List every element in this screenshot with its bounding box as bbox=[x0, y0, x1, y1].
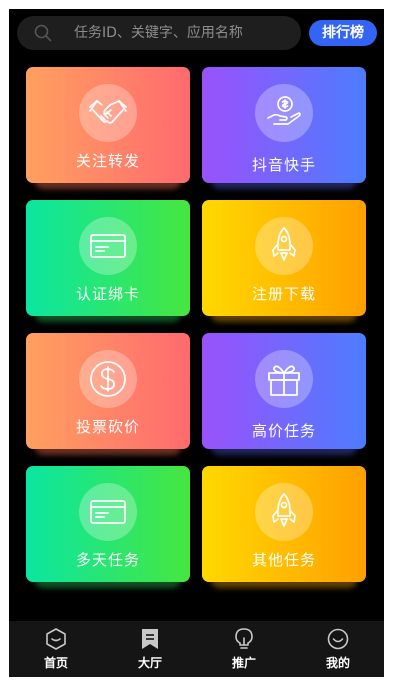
card-register-download[interactable]: 注册下载 bbox=[202, 200, 366, 322]
bottom-tab-bar: 首页 大厅 推广 我的 bbox=[9, 621, 384, 677]
card-label: 认证绑卡 bbox=[75, 285, 140, 303]
card-douyin-kuaishou[interactable]: 抖音快手 bbox=[202, 67, 366, 189]
gift-icon bbox=[255, 350, 313, 408]
search-icon bbox=[34, 24, 52, 42]
tab-label: 我的 bbox=[325, 656, 350, 670]
bookmark-icon bbox=[142, 629, 158, 649]
card-label: 其他任务 bbox=[251, 551, 316, 569]
card-label: 抖音快手 bbox=[251, 156, 316, 174]
search-bar: 任务ID、关键字、应用名称 排行榜 bbox=[17, 16, 377, 50]
app-screen: 任务ID、关键字、应用名称 排行榜 关注转发 抖音快手 认证绑卡 注册下载 投票… bbox=[9, 9, 384, 677]
card-verify-card[interactable]: 认证绑卡 bbox=[26, 200, 190, 322]
tab-home[interactable]: 首页 bbox=[9, 621, 103, 677]
hexagon-home-icon bbox=[46, 628, 66, 650]
card-follow-share[interactable]: 关注转发 bbox=[26, 67, 190, 189]
ranking-button[interactable]: 排行榜 bbox=[309, 20, 377, 46]
hand-coin-icon bbox=[255, 84, 313, 142]
card-icon bbox=[79, 483, 137, 541]
card-label: 多天任务 bbox=[75, 551, 140, 569]
card-multi-day[interactable]: 多天任务 bbox=[26, 466, 190, 588]
rocket-icon bbox=[255, 483, 313, 541]
card-label: 关注转发 bbox=[75, 152, 140, 170]
dollar-icon bbox=[79, 350, 137, 408]
rocket-icon bbox=[255, 217, 313, 275]
tab-label: 大厅 bbox=[137, 656, 162, 670]
tab-label: 推广 bbox=[231, 656, 256, 670]
tab-hall[interactable]: 大厅 bbox=[103, 621, 197, 677]
card-high-price[interactable]: 高价任务 bbox=[202, 333, 366, 455]
card-label: 投票砍价 bbox=[75, 418, 140, 436]
handshake-icon bbox=[79, 84, 137, 142]
tab-label: 首页 bbox=[43, 656, 68, 670]
tab-mine[interactable]: 我的 bbox=[291, 621, 384, 677]
card-label: 注册下载 bbox=[251, 285, 316, 303]
card-icon bbox=[79, 217, 137, 275]
search-input[interactable]: 任务ID、关键字、应用名称 bbox=[17, 16, 301, 50]
tab-promote[interactable]: 推广 bbox=[197, 621, 291, 677]
smile-face-icon bbox=[327, 628, 349, 650]
card-label: 高价任务 bbox=[251, 422, 316, 440]
card-other-tasks[interactable]: 其他任务 bbox=[202, 466, 366, 588]
card-vote-bargain[interactable]: 投票砍价 bbox=[26, 333, 190, 455]
lightbulb-icon bbox=[235, 628, 253, 649]
search-placeholder: 任务ID、关键字、应用名称 bbox=[74, 25, 243, 41]
